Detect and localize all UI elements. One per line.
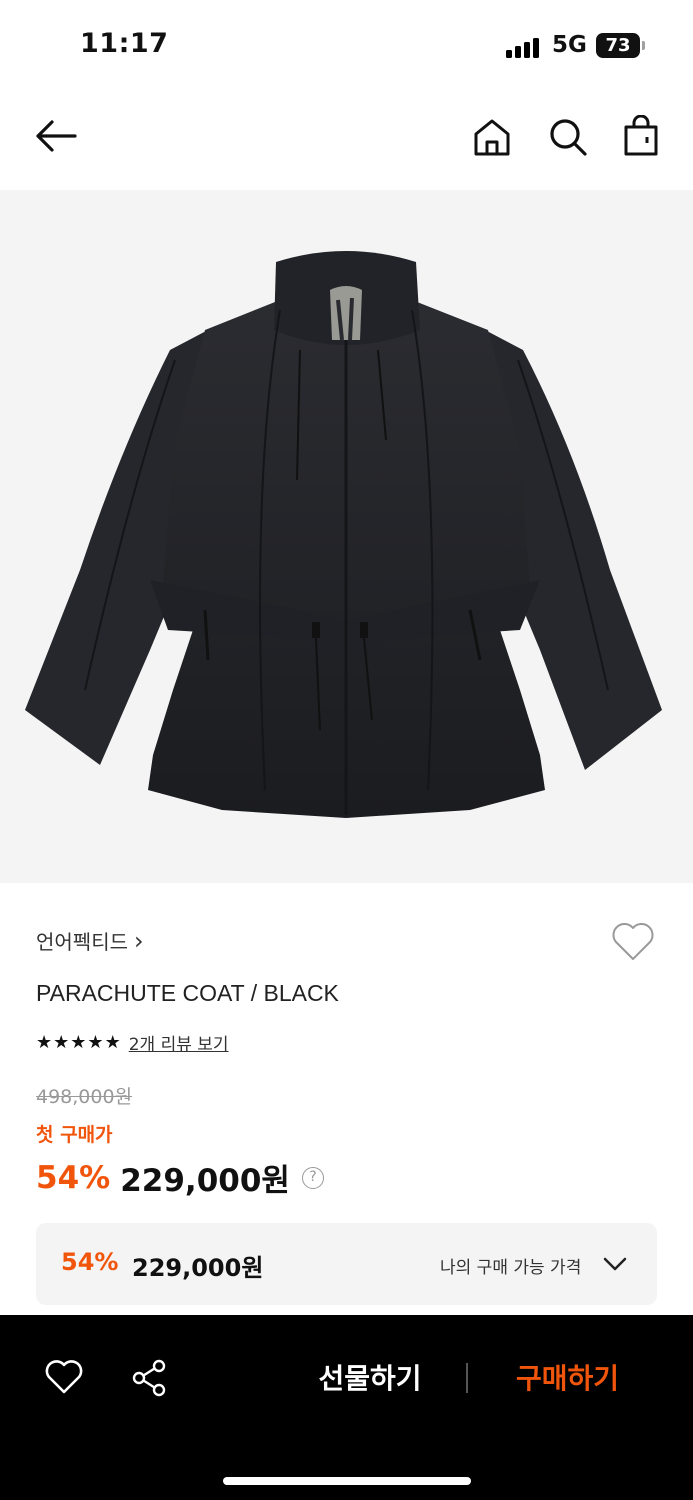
discount-rate: 54%: [36, 1159, 111, 1196]
wishlist-button[interactable]: [610, 920, 656, 962]
coat-illustration: [25, 251, 662, 818]
share-button[interactable]: [130, 1358, 170, 1398]
star-icon: ★: [87, 1031, 104, 1053]
home-button[interactable]: [473, 117, 511, 157]
arrow-left-icon: [36, 120, 77, 152]
heart-icon: [45, 1360, 83, 1394]
top-nav: [0, 95, 693, 180]
shopping-bag-icon: [624, 115, 658, 156]
first-purchase-label: 첫 구매가: [36, 1124, 113, 1146]
search-button[interactable]: [548, 117, 588, 157]
brand-link[interactable]: 언어펙티드 ›: [36, 926, 144, 955]
brand-name: 언어펙티드: [36, 930, 128, 954]
bottom-action-bar: 선물하기 구매하기: [0, 1315, 693, 1500]
network-label: 5G: [552, 32, 587, 58]
battery-level: 73: [605, 35, 631, 56]
heart-icon: [612, 923, 654, 960]
rating-stars: ★ ★ ★ ★ ★: [36, 1032, 121, 1054]
star-icon: ★: [53, 1031, 70, 1053]
my-price-label: 나의 구매 가능 가격: [440, 1258, 582, 1278]
divider: [466, 1363, 468, 1393]
home-icon: [474, 119, 510, 156]
help-icon[interactable]: ?: [301, 1166, 324, 1189]
original-price: 498,000원: [36, 1086, 133, 1108]
my-price-dropdown[interactable]: 54% 229,000원 나의 구매 가능 가격: [36, 1223, 657, 1305]
star-icon: ★: [36, 1031, 53, 1053]
price-row: 54% 229,000원 ?: [36, 1155, 324, 1200]
back-button[interactable]: [34, 118, 78, 154]
chevron-right-icon: ›: [134, 926, 144, 955]
rating-row: ★ ★ ★ ★ ★ 2개 리뷰 보기: [36, 1030, 229, 1056]
my-discount-rate: 54%: [61, 1248, 119, 1276]
star-icon: ★: [70, 1031, 87, 1053]
my-price: 229,000원: [132, 1254, 264, 1282]
status-bar: 11:17 5G 73: [0, 0, 693, 90]
home-indicator: [223, 1477, 471, 1485]
battery-icon: 73: [596, 33, 645, 58]
chevron-down-icon: [603, 1257, 627, 1271]
gift-button[interactable]: 선물하기: [290, 1355, 450, 1403]
star-icon: ★: [104, 1031, 121, 1053]
product-name: PARACHUTE COAT / BLACK: [36, 980, 339, 1006]
product-image[interactable]: [0, 190, 693, 883]
review-link[interactable]: 2개 리뷰 보기: [129, 1030, 229, 1055]
buy-button[interactable]: 구매하기: [490, 1355, 645, 1403]
status-time: 11:17: [80, 28, 169, 59]
signal-icon: [506, 36, 542, 58]
search-icon: [550, 119, 587, 156]
cart-button[interactable]: [623, 115, 659, 157]
share-icon: [132, 1359, 166, 1397]
bottom-wishlist-button[interactable]: [44, 1359, 84, 1395]
sale-price: 229,000원: [120, 1163, 290, 1199]
